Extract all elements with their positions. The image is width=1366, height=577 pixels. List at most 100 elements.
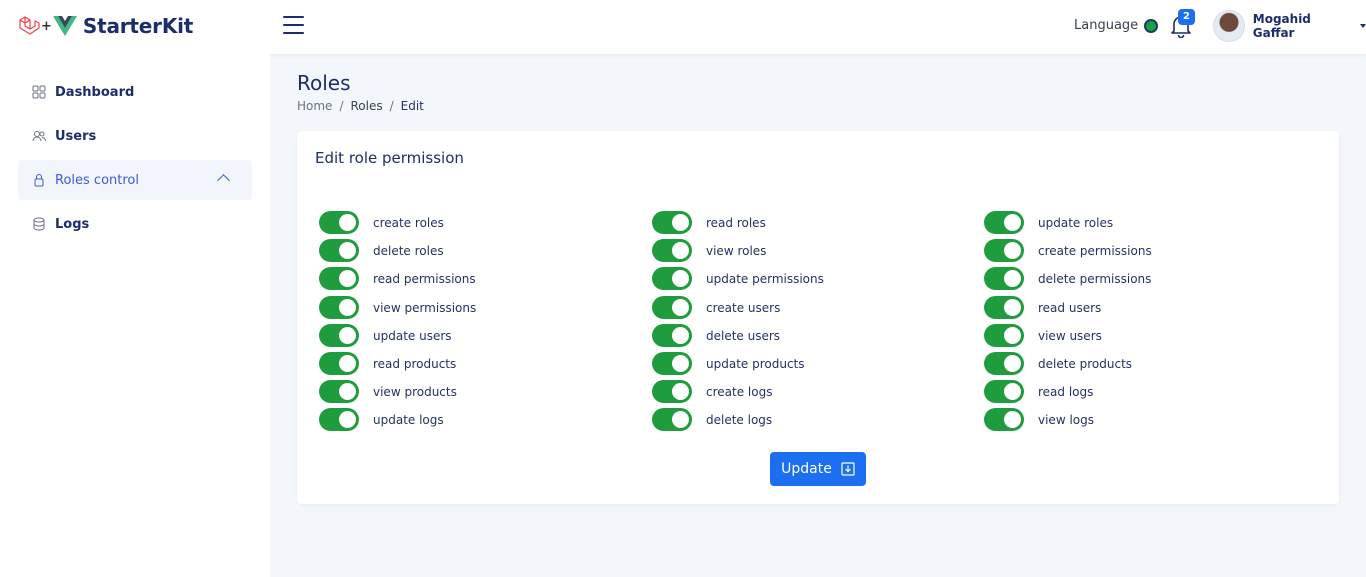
permission-toggle[interactable]: update roles — [984, 211, 1113, 234]
lock-icon — [34, 174, 44, 187]
permission-toggle[interactable]: update users — [319, 324, 452, 347]
permission-toggle[interactable]: create permissions — [984, 239, 1152, 262]
update-button[interactable]: Update — [770, 452, 866, 486]
breadcrumb-roles[interactable]: Roles — [350, 99, 382, 113]
permission-toggle[interactable]: update products — [652, 352, 805, 375]
permission-label: read permissions — [373, 271, 476, 286]
permission-toggle[interactable]: delete roles — [319, 239, 444, 262]
user-name: Mogahid Gaffar — [1252, 12, 1311, 40]
hamburger-line — [283, 16, 304, 18]
permission-toggle[interactable]: view logs — [984, 408, 1094, 431]
sidebar-item-users[interactable]: Users — [18, 116, 252, 156]
users-icon — [32, 131, 46, 142]
language-switcher[interactable]: Language — [1074, 18, 1159, 33]
sidebar-item-dashboard[interactable]: Dashboard — [18, 72, 252, 112]
toggle-switch[interactable] — [319, 267, 359, 290]
toggle-switch[interactable] — [652, 324, 692, 347]
permission-label: update logs — [373, 412, 444, 427]
permission-toggle[interactable]: delete users — [652, 324, 780, 347]
toggle-switch[interactable] — [319, 211, 359, 234]
toggle-switch[interactable] — [652, 239, 692, 262]
toggle-switch[interactable] — [984, 380, 1024, 403]
toggle-switch[interactable] — [652, 352, 692, 375]
permission-label: delete logs — [706, 412, 773, 427]
toggle-switch[interactable] — [984, 267, 1024, 290]
download-icon — [841, 462, 855, 476]
toggle-switch[interactable] — [652, 380, 692, 403]
permission-label: update products — [706, 356, 805, 371]
toggle-switch[interactable] — [984, 324, 1024, 347]
toggle-switch[interactable] — [984, 239, 1024, 262]
permission-toggle[interactable]: update permissions — [652, 267, 824, 290]
toggle-switch[interactable] — [652, 211, 692, 234]
permission-label: create permissions — [1038, 243, 1152, 258]
toggle-switch[interactable] — [984, 408, 1024, 431]
permission-label: delete users — [706, 328, 781, 343]
permission-label: update permissions — [706, 271, 824, 286]
permission-label: read roles — [706, 215, 766, 230]
permission-toggle[interactable]: read logs — [984, 380, 1093, 403]
permission-toggle[interactable]: delete permissions — [984, 267, 1151, 290]
permission-toggle[interactable]: delete products — [984, 352, 1132, 375]
grid-icon — [32, 85, 46, 99]
avatar — [1213, 10, 1245, 42]
toggle-switch[interactable] — [319, 380, 359, 403]
permission-label: create users — [706, 300, 781, 315]
update-button-label: Update — [781, 461, 832, 477]
toggle-switch[interactable] — [319, 239, 359, 262]
sidebar: Dashboard Users Roles control Logs — [0, 54, 270, 577]
user-menu[interactable]: Mogahid Gaffar — [1213, 10, 1366, 42]
permission-label: delete products — [1038, 356, 1133, 371]
permission-toggle[interactable]: view permissions — [319, 296, 476, 319]
permission-label: update users — [373, 328, 452, 343]
brand-plus: + — [41, 18, 52, 34]
chevron-up-icon — [217, 174, 230, 187]
brand-logo[interactable]: + StarterKit — [18, 14, 193, 38]
language-label: Language — [1074, 18, 1139, 33]
hamburger-line — [283, 24, 304, 26]
permission-toggle[interactable]: delete logs — [652, 408, 772, 431]
permission-toggle[interactable]: read users — [984, 296, 1101, 319]
permission-label: view logs — [1038, 412, 1094, 427]
toggle-switch[interactable] — [319, 352, 359, 375]
permission-toggle[interactable]: view products — [319, 380, 457, 403]
toggle-switch[interactable] — [319, 408, 359, 431]
permission-toggle[interactable]: create users — [652, 296, 780, 319]
toggle-switch[interactable] — [652, 408, 692, 431]
toggle-switch[interactable] — [984, 211, 1024, 234]
caret-down-icon — [1360, 24, 1366, 28]
sidebar-item-logs[interactable]: Logs — [18, 204, 252, 244]
brand-name: StarterKit — [82, 14, 194, 38]
toggle-switch[interactable] — [984, 296, 1024, 319]
sidebar-item-roles-control[interactable]: Roles control — [18, 160, 252, 200]
toggle-switch[interactable] — [319, 324, 359, 347]
sidebar-item-label: Dashboard — [55, 84, 135, 100]
sidebar-item-label: Logs — [55, 216, 90, 232]
database-icon — [33, 217, 45, 231]
toggle-switch[interactable] — [984, 352, 1024, 375]
notification-badge: 2 — [1178, 9, 1195, 25]
permission-label: create logs — [706, 384, 773, 399]
toggle-switch[interactable] — [652, 296, 692, 319]
vue-icon — [52, 16, 77, 36]
permission-toggle[interactable]: view roles — [652, 239, 766, 262]
edit-role-card: Edit role permission create roles read ro… — [297, 131, 1339, 504]
breadcrumb-home[interactable]: Home — [297, 99, 332, 113]
permission-toggle[interactable]: view users — [984, 324, 1102, 347]
permission-toggle[interactable]: read products — [319, 352, 456, 375]
breadcrumb-separator: / — [339, 99, 344, 113]
permission-toggle[interactable]: read permissions — [319, 267, 476, 290]
permission-toggle[interactable]: create logs — [652, 380, 772, 403]
toggle-switch[interactable] — [319, 296, 359, 319]
hamburger-line — [283, 32, 304, 34]
permission-toggle[interactable]: read roles — [652, 211, 766, 234]
sidebar-item-label: Users — [55, 128, 97, 144]
toggle-switch[interactable] — [652, 267, 692, 290]
permission-label: view products — [373, 384, 457, 399]
permission-toggle[interactable]: create roles — [319, 211, 444, 234]
permission-toggle[interactable]: update logs — [319, 408, 444, 431]
permission-label: create roles — [373, 215, 444, 230]
permission-label: read products — [373, 356, 457, 371]
page-title: Roles — [297, 71, 351, 95]
menu-toggle-button[interactable] — [283, 16, 304, 35]
